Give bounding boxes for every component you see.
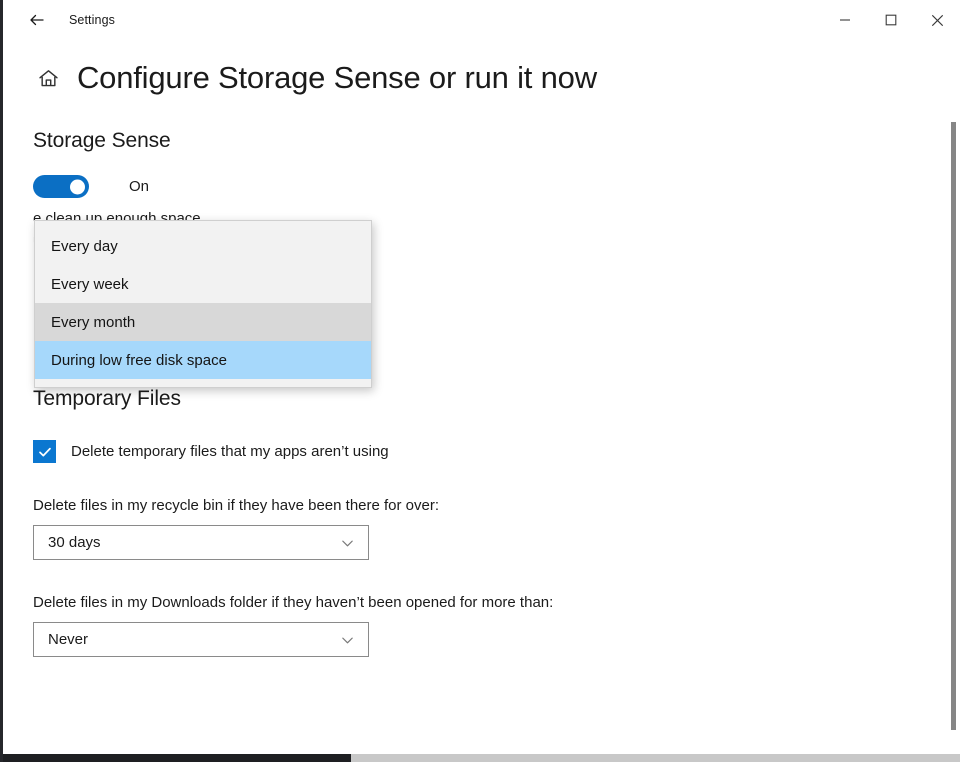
- maximize-button[interactable]: [868, 0, 914, 40]
- vertical-scrollbar-thumb[interactable]: [951, 122, 956, 730]
- window-controls: [822, 0, 960, 40]
- settings-content: Storage Sense On e clean up enough space…: [3, 129, 960, 657]
- home-icon: [37, 67, 60, 90]
- close-button[interactable]: [914, 0, 960, 40]
- frequency-option[interactable]: Every week: [35, 265, 371, 303]
- recycle-bin-label: Delete files in my recycle bin if they h…: [33, 497, 960, 514]
- downloads-field-group: Delete files in my Downloads folder if t…: [33, 594, 960, 657]
- recycle-bin-field-group: Delete files in my recycle bin if they h…: [33, 497, 960, 560]
- horizontal-scrollbar[interactable]: [3, 754, 960, 762]
- frequency-option[interactable]: During low free disk space: [35, 341, 371, 379]
- close-icon: [931, 14, 944, 27]
- back-button[interactable]: [15, 2, 59, 38]
- page-header: Configure Storage Sense or run it now: [3, 40, 960, 96]
- storage-sense-toggle[interactable]: [33, 175, 89, 198]
- storage-sense-toggle-row: On: [33, 175, 960, 198]
- title-bar: Settings: [3, 0, 960, 40]
- minimize-icon: [839, 14, 851, 26]
- downloads-label: Delete files in my Downloads folder if t…: [33, 594, 960, 611]
- frequency-dropdown-flyout[interactable]: Every dayEvery weekEvery monthDuring low…: [34, 220, 372, 388]
- horizontal-scrollbar-thumb[interactable]: [3, 754, 351, 762]
- chevron-down-icon: [340, 535, 355, 550]
- frequency-option[interactable]: Every day: [35, 227, 371, 265]
- delete-temp-files-checkbox-row[interactable]: Delete temporary files that my apps aren…: [33, 440, 960, 463]
- settings-window: Settings: [0, 0, 960, 762]
- downloads-select-value: Never: [34, 631, 88, 648]
- minimize-button[interactable]: [822, 0, 868, 40]
- chevron-down-icon: [340, 632, 355, 647]
- storage-sense-heading: Storage Sense: [33, 129, 960, 153]
- page-title: Configure Storage Sense or run it now: [77, 60, 597, 96]
- delete-temp-files-label: Delete temporary files that my apps aren…: [71, 443, 389, 460]
- frequency-option[interactable]: Every month: [35, 303, 371, 341]
- temporary-files-heading: Temporary Files: [33, 387, 960, 411]
- toggle-knob: [70, 179, 85, 194]
- storage-sense-toggle-label: On: [129, 178, 149, 195]
- checkmark-icon: [37, 444, 53, 460]
- window-title: Settings: [69, 13, 115, 27]
- vertical-scrollbar[interactable]: [950, 122, 957, 730]
- downloads-select[interactable]: Never: [33, 622, 369, 657]
- back-arrow-icon: [27, 10, 47, 30]
- delete-temp-files-checkbox[interactable]: [33, 440, 56, 463]
- recycle-bin-select[interactable]: 30 days: [33, 525, 369, 560]
- home-button[interactable]: [33, 63, 63, 93]
- recycle-bin-select-value: 30 days: [34, 534, 101, 551]
- maximize-icon: [885, 14, 897, 26]
